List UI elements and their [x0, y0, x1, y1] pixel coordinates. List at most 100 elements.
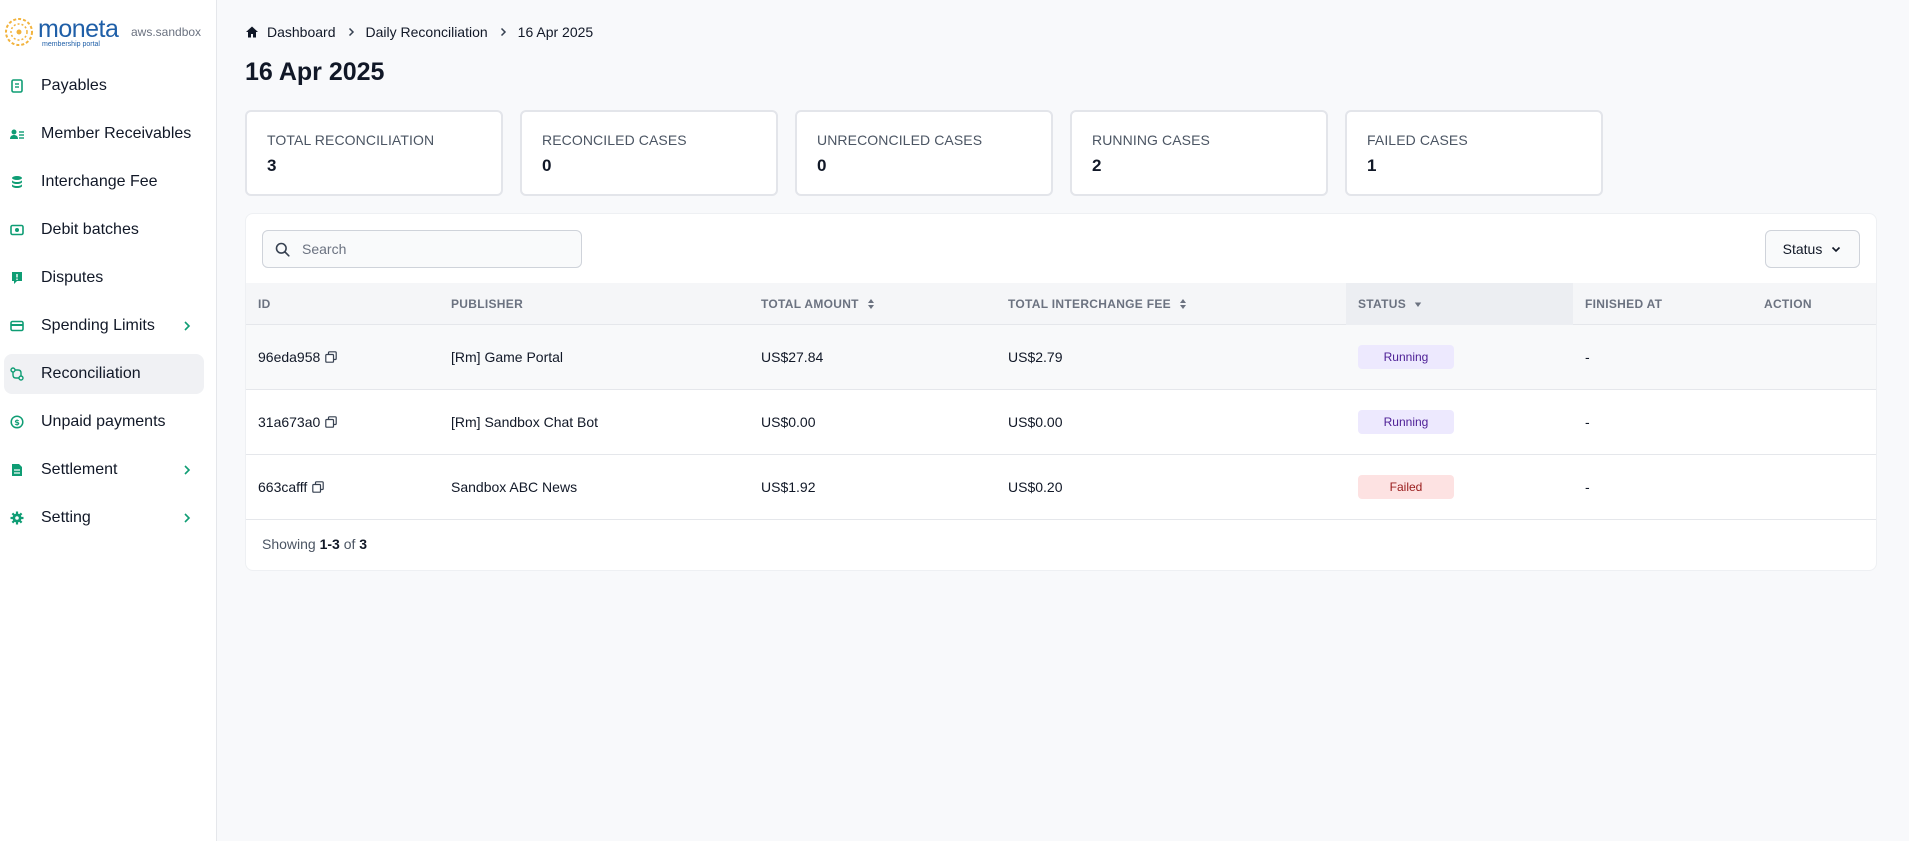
- status-filter-button[interactable]: Status: [1765, 230, 1860, 268]
- credit-card-icon: [10, 319, 24, 333]
- brand[interactable]: moneta membership portal aws.sandbox: [0, 0, 216, 64]
- sidebar-item-disputes[interactable]: Disputes: [4, 258, 204, 298]
- sidebar-nav: Payables Member Receivables Interchange …: [0, 66, 216, 538]
- stat-value: 0: [817, 156, 827, 175]
- cell-total-fee: US$0.20: [1008, 479, 1063, 495]
- chevron-right-icon[interactable]: [180, 511, 194, 525]
- stat-label: UNRECONCILED CASES: [817, 132, 983, 148]
- column-header-label: TOTAL INTERCHANGE FEE: [1008, 296, 1171, 311]
- stat-value: 0: [542, 156, 552, 175]
- column-header-total-interchange-fee[interactable]: TOTAL INTERCHANGE FEE: [996, 283, 1346, 325]
- cell-status: Running: [1346, 390, 1573, 455]
- sidebar-item-setting[interactable]: Setting: [4, 498, 204, 538]
- sidebar-item-label: Debit batches: [41, 221, 139, 238]
- column-header-label: STATUS: [1358, 296, 1407, 311]
- cell-id: 663cafff: [246, 455, 439, 520]
- brand-name: moneta: [38, 14, 119, 43]
- column-header-label: TOTAL AMOUNT: [761, 296, 859, 311]
- pagination-total: 3: [359, 536, 368, 552]
- search-input[interactable]: [302, 241, 562, 257]
- cell-id: 96eda958: [246, 325, 439, 390]
- copy-icon[interactable]: [325, 351, 338, 363]
- stat-value: 1: [1367, 156, 1377, 175]
- column-header-status[interactable]: STATUS: [1346, 282, 1573, 325]
- column-header-label: FINISHED AT: [1585, 296, 1663, 311]
- page-title: 16 Apr 2025: [245, 58, 385, 86]
- sidebar-item-payables[interactable]: Payables: [4, 66, 204, 106]
- chevron-right-icon[interactable]: [180, 463, 194, 477]
- sidebar-item-interchange-fee[interactable]: Interchange Fee: [4, 162, 204, 202]
- reconcile-icon: [10, 367, 24, 381]
- sidebar-item-label: Spending Limits: [41, 317, 155, 334]
- table-row[interactable]: 96eda958 [Rm] Game Portal US$27.84 US$2.…: [246, 325, 1876, 390]
- cell-finished-at: -: [1585, 479, 1590, 495]
- column-header-label: ID: [258, 296, 271, 311]
- moneta-logo-icon: [5, 18, 33, 46]
- cell-total-amount: US$27.84: [761, 349, 824, 365]
- stat-value: 2: [1092, 156, 1102, 175]
- chevron-right-icon: [498, 27, 508, 37]
- row-id: 96eda958: [258, 349, 321, 365]
- breadcrumb-dashboard[interactable]: Dashboard: [267, 24, 336, 40]
- sidebar-item-label: Member Receivables: [41, 125, 192, 142]
- table-row[interactable]: 663cafff Sandbox ABC News US$1.92 US$0.2…: [246, 455, 1876, 520]
- breadcrumb-daily-reconciliation[interactable]: Daily Reconciliation: [366, 24, 488, 40]
- cell-total-fee: US$2.79: [1008, 349, 1063, 365]
- sidebar-item-label: Settlement: [41, 461, 118, 478]
- sidebar: moneta membership portal aws.sandbox Pay…: [0, 0, 217, 841]
- chevron-right-icon[interactable]: [180, 319, 194, 333]
- row-id: 663cafff: [258, 479, 308, 495]
- stat-label: RECONCILED CASES: [542, 132, 687, 148]
- stat-label: RUNNING CASES: [1092, 132, 1210, 148]
- cell-id: 31a673a0: [246, 390, 439, 455]
- cell-action: [1752, 390, 1876, 455]
- cell-total-amount: US$1.92: [761, 479, 816, 495]
- column-header-label: PUBLISHER: [451, 296, 524, 311]
- sidebar-item-settlement[interactable]: Settlement: [4, 450, 204, 490]
- stat-card-total-reconciliation: TOTAL RECONCILIATION 3: [245, 110, 503, 196]
- alert-message-icon: [10, 271, 24, 285]
- gear-icon: [10, 511, 24, 525]
- cash-icon: [10, 223, 24, 237]
- svg-text:$: $: [14, 418, 20, 427]
- breadcrumb: Dashboard Daily Reconciliation 16 Apr 20…: [245, 24, 593, 40]
- table-header: ID PUBLISHER TOTAL AMOUNT TOTAL INTERCHA…: [246, 282, 1876, 325]
- sidebar-item-label: Unpaid payments: [41, 413, 166, 430]
- status-badge: Running: [1358, 410, 1454, 434]
- column-header-action: ACTION: [1752, 283, 1876, 325]
- column-header-id: ID: [246, 283, 439, 325]
- search-box[interactable]: [262, 230, 582, 268]
- sidebar-item-label: Payables: [41, 77, 107, 94]
- cell-finished-at: -: [1585, 349, 1590, 365]
- sidebar-item-label: Reconciliation: [41, 365, 141, 382]
- cell-publisher: [Rm] Sandbox Chat Bot: [451, 414, 599, 430]
- cell-publisher: [Rm] Game Portal: [451, 349, 564, 365]
- dollar-circle-icon: $: [10, 415, 24, 429]
- cell-total-fee: US$0.00: [1008, 414, 1063, 430]
- sidebar-item-member-receivables[interactable]: Member Receivables: [4, 114, 204, 154]
- sort-icon[interactable]: [1179, 298, 1187, 310]
- member-receivables-icon: [10, 127, 24, 141]
- chevron-right-icon: [346, 27, 356, 37]
- cell-finished-at: -: [1585, 414, 1590, 430]
- sort-desc-icon[interactable]: [1414, 300, 1422, 308]
- sidebar-item-debit-batches[interactable]: Debit batches: [4, 210, 204, 250]
- cell-status: Running: [1346, 325, 1573, 390]
- table-row[interactable]: 31a673a0 [Rm] Sandbox Chat Bot US$0.00 U…: [246, 390, 1876, 455]
- copy-icon[interactable]: [325, 416, 338, 428]
- sidebar-item-unpaid-payments[interactable]: $ Unpaid payments: [4, 402, 204, 442]
- column-header-total-amount[interactable]: TOTAL AMOUNT: [749, 283, 996, 325]
- row-id: 31a673a0: [258, 414, 321, 430]
- stats-row: TOTAL RECONCILIATION 3 RECONCILED CASES …: [245, 110, 1603, 196]
- stat-card-running-cases: RUNNING CASES 2: [1070, 110, 1328, 196]
- column-header-publisher: PUBLISHER: [439, 283, 749, 325]
- reconciliation-table: ID PUBLISHER TOTAL AMOUNT TOTAL INTERCHA…: [246, 282, 1876, 520]
- sidebar-item-reconciliation[interactable]: Reconciliation: [4, 354, 204, 394]
- pagination-prefix: Showing: [262, 536, 316, 552]
- home-icon[interactable]: [245, 25, 259, 39]
- sort-icon[interactable]: [867, 298, 875, 310]
- copy-icon[interactable]: [312, 481, 325, 493]
- sidebar-item-spending-limits[interactable]: Spending Limits: [4, 306, 204, 346]
- chevron-down-icon: [1832, 246, 1841, 253]
- moneta-logo: moneta membership portal: [4, 14, 119, 48]
